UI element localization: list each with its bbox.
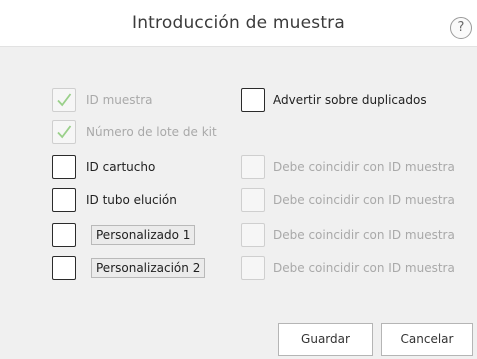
check-icon: [57, 93, 72, 107]
sample-entry-dialog: Introducción de muestra ? ID muestra Núm…: [0, 0, 477, 359]
dialog-title: Introducción de muestra: [131, 13, 345, 33]
label-id-muestra: ID muestra: [86, 93, 153, 107]
label-coincidir-cartucho: Debe coincidir con ID muestra: [273, 160, 455, 174]
label-coincidir-tubo-elucion: Debe coincidir con ID muestra: [273, 193, 455, 207]
checkbox-id-cartucho[interactable]: [52, 155, 76, 179]
checkbox-coincidir-personalizacion-2[interactable]: [241, 256, 265, 280]
checkbox-advertir-duplicados[interactable]: [241, 88, 265, 112]
label-advertir-duplicados: Advertir sobre duplicados: [273, 93, 427, 107]
checkbox-coincidir-cartucho[interactable]: [241, 155, 265, 179]
save-button[interactable]: Guardar: [278, 323, 373, 356]
checkbox-personalizado-1[interactable]: [52, 223, 76, 247]
checkbox-coincidir-tubo-elucion[interactable]: [241, 188, 265, 212]
help-icon[interactable]: ?: [450, 17, 472, 39]
checkbox-id-muestra[interactable]: [52, 88, 76, 112]
title-bar: Introducción de muestra ?: [0, 0, 477, 47]
checkbox-numero-lote-kit[interactable]: [52, 120, 76, 144]
custom-field-2-label[interactable]: Personalización 2: [91, 258, 206, 278]
cancel-button[interactable]: Cancelar: [381, 323, 473, 356]
label-id-tubo-elucion: ID tubo elución: [86, 193, 177, 207]
label-id-cartucho: ID cartucho: [86, 160, 156, 174]
label-coincidir-personalizado-1: Debe coincidir con ID muestra: [273, 228, 455, 242]
checkbox-personalizacion-2[interactable]: [52, 256, 76, 280]
check-icon: [57, 125, 72, 139]
label-numero-lote-kit: Número de lote de kit: [86, 125, 217, 139]
label-coincidir-personalizacion-2: Debe coincidir con ID muestra: [273, 261, 455, 275]
checkbox-id-tubo-elucion[interactable]: [52, 188, 76, 212]
checkbox-coincidir-personalizado-1[interactable]: [241, 223, 265, 247]
custom-field-1-label[interactable]: Personalizado 1: [91, 225, 196, 245]
